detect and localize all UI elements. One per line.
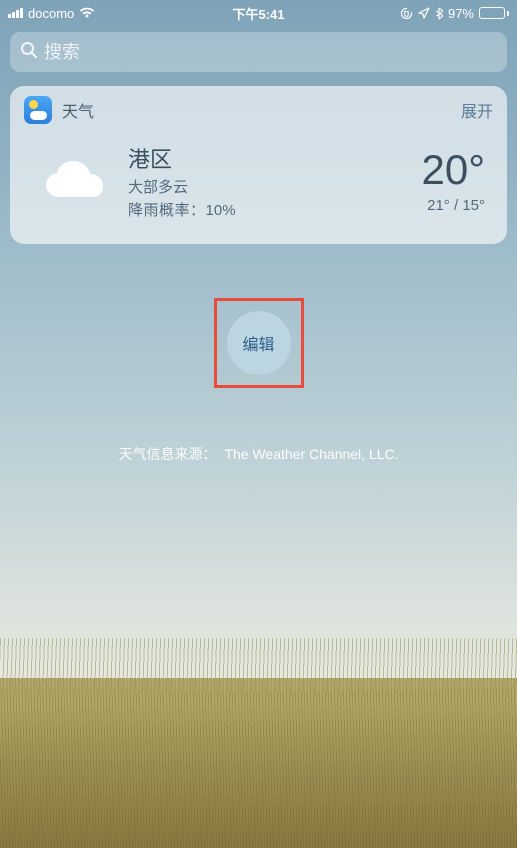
expand-button[interactable]: 展开 — [461, 98, 493, 122]
weather-info: 港区 大部多云 降雨概率：10% — [122, 142, 421, 220]
status-time: 下午5:41 — [232, 4, 284, 23]
bluetooth-icon — [435, 7, 443, 20]
weather-widget[interactable]: 天气 展开 港区 大部多云 降雨概率：10% 20° 21° / 15° — [10, 86, 507, 244]
weather-widget-title: 天气 — [62, 98, 451, 122]
edit-button[interactable]: 编辑 — [227, 311, 291, 375]
weather-temp: 20° 21° / 15° — [421, 149, 485, 214]
weather-condition: 大部多云 — [128, 176, 421, 197]
cloud-icon — [32, 157, 122, 205]
weather-widget-header: 天气 展开 — [10, 86, 507, 132]
weather-location: 港区 — [128, 142, 421, 174]
status-bar: docomo 下午5:41 97% — [0, 0, 517, 26]
weather-precip: 降雨概率：10% — [128, 199, 421, 220]
wallpaper-grass — [0, 678, 517, 848]
edit-button-area: 编辑 — [0, 298, 517, 388]
temp-low: 15° — [462, 197, 485, 214]
status-right: 97% — [400, 6, 509, 21]
attribution-source: The Weather Channel, LLC. — [224, 446, 398, 462]
battery-icon — [479, 7, 509, 19]
weather-widget-body: 港区 大部多云 降雨概率：10% 20° 21° / 15° — [10, 132, 507, 244]
today-view-screen: docomo 下午5:41 97% — [0, 0, 517, 848]
precip-value: 10% — [206, 202, 236, 219]
weather-attribution: 天气信息来源： The Weather Channel, LLC. — [0, 444, 517, 464]
search-icon — [20, 41, 38, 64]
cellular-signal-icon — [8, 8, 23, 18]
battery-percent: 97% — [448, 6, 474, 21]
temp-current: 20° — [421, 149, 485, 191]
temp-range: 21° / 15° — [421, 197, 485, 214]
location-icon — [418, 7, 430, 19]
annotation-highlight: 编辑 — [214, 298, 304, 388]
wifi-icon — [79, 7, 95, 19]
orientation-lock-icon — [400, 7, 413, 20]
precip-label: 降雨概率： — [128, 202, 206, 219]
edit-button-label: 编辑 — [242, 331, 274, 355]
carrier-label: docomo — [28, 6, 74, 21]
temp-high: 21° — [427, 197, 450, 214]
search-bar[interactable] — [10, 32, 507, 72]
temp-sep: / — [450, 197, 463, 214]
attribution-prefix: 天气信息来源： — [118, 446, 216, 462]
status-left: docomo — [8, 6, 95, 21]
weather-app-icon — [24, 96, 52, 124]
search-input[interactable] — [44, 42, 497, 63]
